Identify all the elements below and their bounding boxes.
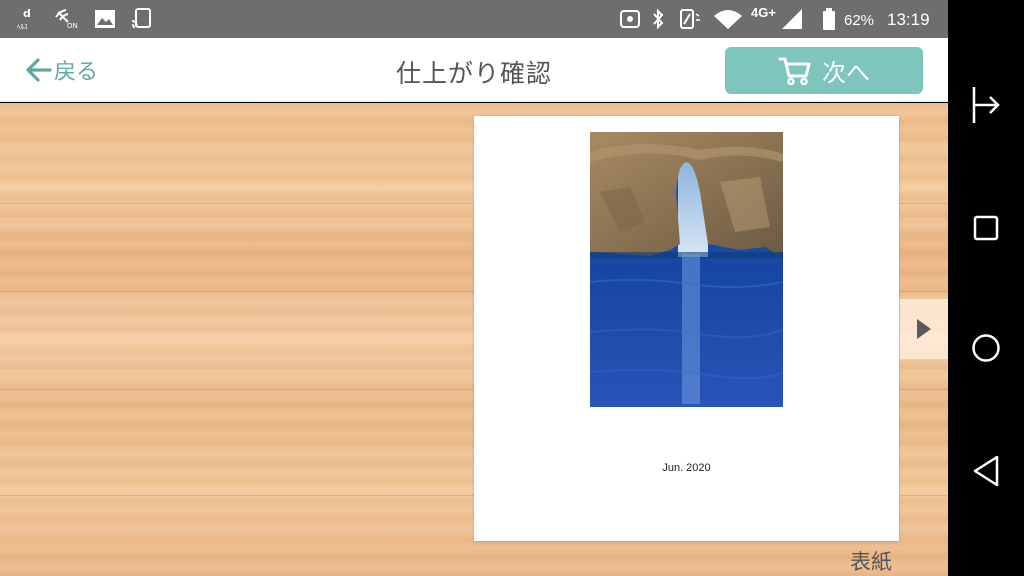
battery-icon: [822, 8, 836, 30]
android-nav-bar: [948, 0, 1024, 576]
wifi-icon: [712, 8, 744, 30]
split-screen-icon[interactable]: [966, 85, 1006, 125]
image-icon: [94, 8, 116, 30]
home-icon[interactable]: [966, 328, 1006, 368]
clock: 13:19: [887, 10, 930, 29]
cast-icon: [130, 8, 154, 30]
cart-icon: [778, 56, 822, 86]
next-button[interactable]: 次へ: [725, 47, 923, 94]
back-triangle-icon[interactable]: [966, 451, 1006, 491]
svg-text:ﾍﾙｽ: ﾍﾙｽ: [17, 23, 28, 31]
cover-date: Jun. 2020: [662, 462, 711, 474]
battery-percent: 62%: [844, 12, 875, 29]
app-header: 戻る 仕上がり確認 次へ: [0, 38, 948, 102]
svg-text:ON: ON: [67, 22, 78, 30]
cover-page-preview[interactable]: Jun. 2020: [474, 116, 899, 541]
vibrate-on-icon: ON: [54, 8, 80, 30]
sea-arch-photo: [590, 132, 783, 407]
bluetooth-icon: [651, 8, 665, 30]
vibrate-icon: [676, 8, 702, 30]
next-page-button[interactable]: [900, 299, 948, 359]
next-label: 次へ: [822, 59, 870, 87]
status-bar: d ﾍﾙｽ ON 4G+ 62% 13:19: [0, 0, 948, 38]
page-label: 表紙: [850, 550, 892, 574]
network-label: 4G+: [751, 5, 776, 20]
d-health-icon: d ﾍﾙｽ: [16, 7, 40, 31]
triangle-right-icon: [915, 317, 933, 341]
svg-text:d: d: [23, 7, 31, 20]
recents-icon[interactable]: [966, 208, 1006, 248]
signal-icon: [780, 8, 804, 30]
nfc-icon: [617, 8, 643, 30]
